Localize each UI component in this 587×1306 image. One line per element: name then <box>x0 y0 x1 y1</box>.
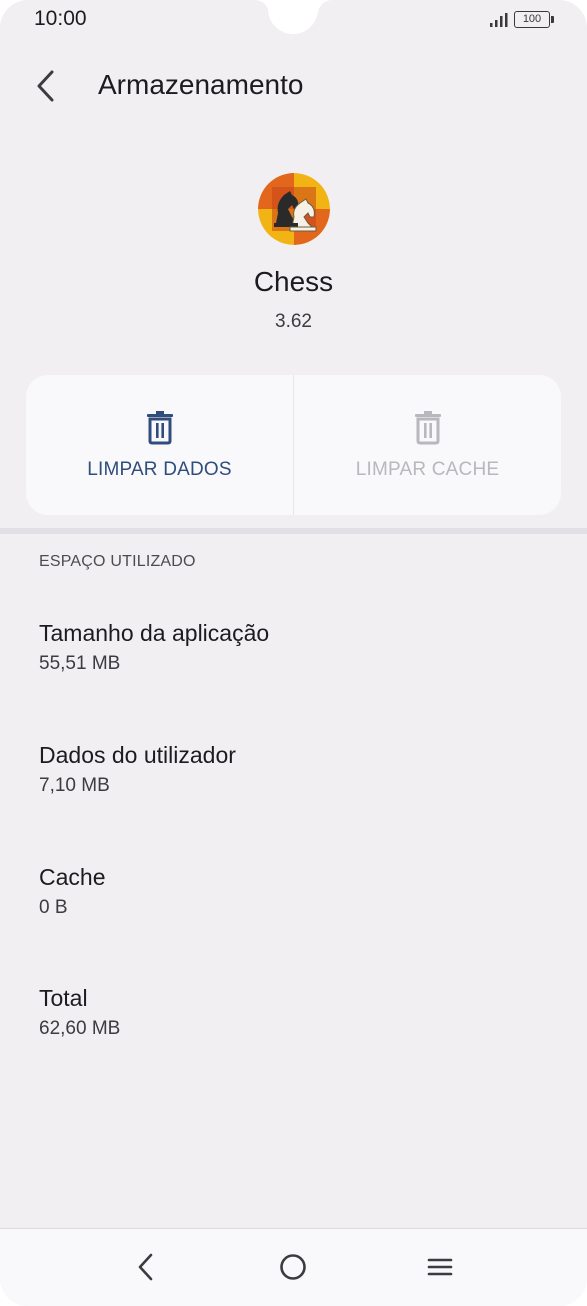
nav-home-icon <box>280 1254 306 1280</box>
camera-notch <box>268 0 318 34</box>
clear-data-label: LIMPAR DADOS <box>87 459 232 480</box>
nav-home-button[interactable] <box>269 1243 317 1291</box>
phone-screen: 10:00 100 Armazenamento Chess 3.62 LIMPA… <box>0 0 587 1306</box>
app-version: 3.62 <box>275 311 312 332</box>
section-divider <box>0 528 587 534</box>
clear-cache-label: LIMPAR CACHE <box>355 459 500 480</box>
signal-icon <box>490 13 508 27</box>
battery-tip <box>551 16 554 23</box>
row-title: Tamanho da aplicação <box>39 620 270 646</box>
storage-row-total: Total 62,60 MB <box>39 985 120 1040</box>
page-title: Armazenamento <box>98 69 304 100</box>
row-title: Cache <box>39 864 106 890</box>
nav-back-button[interactable] <box>122 1243 170 1291</box>
status-time: 10:00 <box>34 7 87 30</box>
navigation-bar <box>0 1228 587 1306</box>
row-value: 7,10 MB <box>39 775 110 796</box>
row-title: Dados do utilizador <box>39 742 236 768</box>
clear-data-button[interactable]: LIMPAR DADOS <box>26 375 293 515</box>
trash-icon <box>146 411 173 445</box>
chevron-left-icon <box>37 70 54 102</box>
storage-row-user-data: Dados do utilizador 7,10 MB <box>39 742 236 797</box>
trash-icon <box>414 411 441 445</box>
back-button[interactable] <box>22 62 70 110</box>
section-header: ESPAÇO UTILIZADO <box>39 553 196 570</box>
row-title: Total <box>39 985 88 1011</box>
nav-back-icon <box>138 1253 153 1281</box>
storage-row-cache: Cache 0 B <box>39 864 105 919</box>
storage-row-app-size: Tamanho da aplicação 55,51 MB <box>39 620 269 675</box>
nav-menu-icon <box>427 1258 453 1276</box>
storage-actions-card: LIMPAR DADOS LIMPAR CACHE <box>26 375 561 515</box>
battery-icon: 100 <box>514 11 550 28</box>
status-bar: 10:00 100 <box>0 0 587 40</box>
row-value: 55,51 MB <box>39 653 121 674</box>
row-value: 0 B <box>39 897 68 918</box>
row-value: 62,60 MB <box>39 1018 121 1039</box>
clear-cache-button[interactable]: LIMPAR CACHE <box>294 375 561 515</box>
nav-menu-button[interactable] <box>416 1243 464 1291</box>
chess-app-icon <box>258 173 330 245</box>
app-name: Chess <box>253 266 334 297</box>
